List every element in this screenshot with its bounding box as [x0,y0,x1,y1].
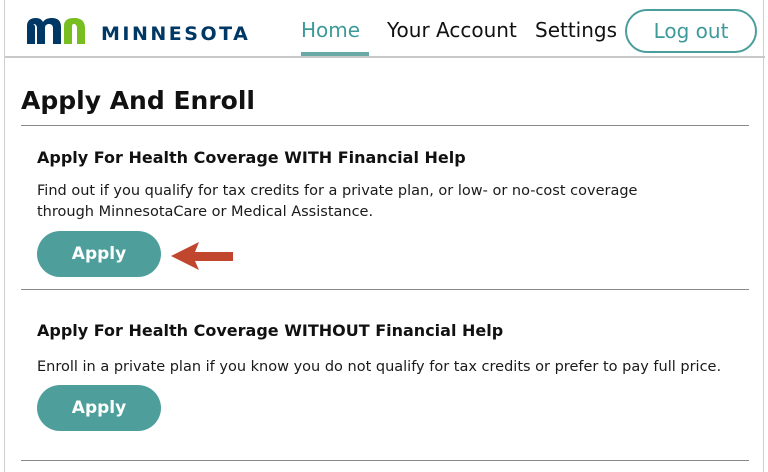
logout-button[interactable]: Log out [625,9,757,53]
nav-home-link[interactable]: Home [301,18,360,42]
section-heading-with-financial-help: Apply For Health Coverage WITH Financial… [37,148,466,167]
top-navigation-bar: MINNESOTA Home Your Account Settings Log… [5,0,765,58]
app-window: MINNESOTA Home Your Account Settings Log… [4,0,765,472]
nav-settings-link[interactable]: Settings [535,18,617,42]
section-description-without-financial-help: Enroll in a private plan if you know you… [37,359,722,375]
apply-with-financial-help-button[interactable]: Apply [37,231,161,277]
brand-wordmark: MINNESOTA [101,23,251,45]
divider [21,460,749,461]
minnesota-logo[interactable]: MINNESOTA [27,16,250,46]
page-title: Apply And Enroll [21,86,255,115]
nav-your-account-link[interactable]: Your Account [387,18,517,42]
divider [21,289,749,290]
mn-logo-icon [27,18,85,44]
section-description-with-financial-help: Find out if you qualify for tax credits … [37,183,638,220]
arrow-left-icon [171,242,233,270]
active-tab-indicator [301,52,369,56]
divider [21,125,749,126]
section-heading-without-financial-help: Apply For Health Coverage WITHOUT Financ… [37,321,504,340]
apply-without-financial-help-button[interactable]: Apply [37,385,161,431]
